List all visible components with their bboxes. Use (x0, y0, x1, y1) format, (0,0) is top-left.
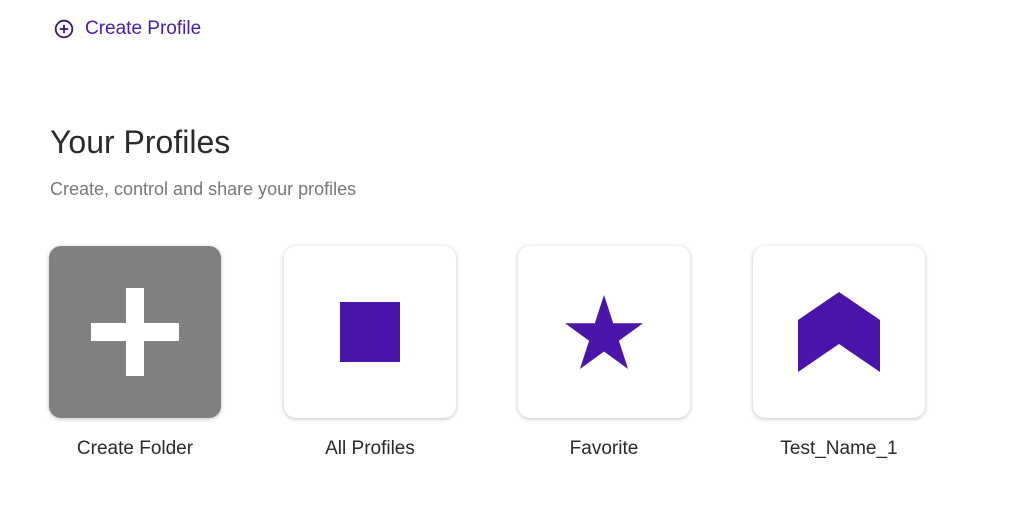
favorite-card[interactable] (518, 246, 690, 418)
create-profile-label: Create Profile (85, 18, 202, 39)
profile-tiles: Create Folder All Profiles Favorite Test… (49, 246, 949, 476)
star-icon (565, 295, 643, 369)
tile-test-name-1[interactable]: Test_Name_1 (753, 246, 925, 461)
tile-label: Create Folder (76, 438, 194, 459)
all-profiles-card[interactable] (284, 246, 456, 418)
tile-create-folder[interactable]: Create Folder (49, 246, 221, 461)
page-subtitle: Create, control and share your profiles (50, 179, 357, 199)
tile-label: All Profiles (325, 438, 415, 459)
square-icon (340, 302, 400, 362)
tile-label: Favorite (569, 438, 639, 459)
tile-favorite[interactable]: Favorite (518, 246, 690, 461)
profiles-page: Create Profile Your Profiles Create, con… (0, 0, 1024, 511)
add-circle-icon (54, 19, 74, 39)
create-profile-link[interactable]: Create Profile (54, 16, 201, 42)
tile-label: Test_Name_1 (780, 438, 898, 459)
chevron-up-icon (798, 292, 880, 372)
tile-all-profiles[interactable]: All Profiles (284, 246, 456, 461)
page-title: Your Profiles (50, 124, 231, 160)
create-folder-card[interactable] (49, 246, 221, 418)
test-name-1-card[interactable] (753, 246, 925, 418)
plus-icon (91, 288, 179, 376)
